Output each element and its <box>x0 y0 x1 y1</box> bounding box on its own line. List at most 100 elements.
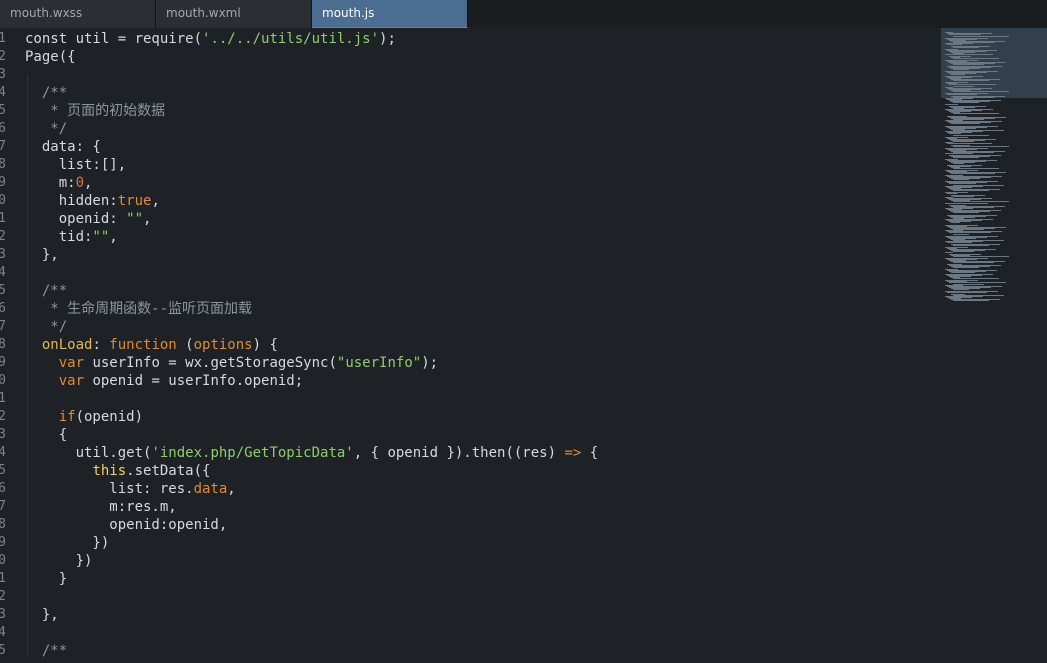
code-line: m:res.m, <box>25 498 925 516</box>
code-token: data <box>193 481 228 497</box>
line-number: 2 <box>0 49 6 64</box>
code-token: m: <box>25 175 76 191</box>
line-number: 8 <box>0 157 6 172</box>
code-line: */ <box>25 318 925 336</box>
code-line: hidden:true, <box>25 192 925 210</box>
code-token: { <box>581 445 599 461</box>
line-number: 3 <box>0 247 6 262</box>
line-number: 2 <box>0 409 6 424</box>
code-token: if <box>58 409 76 425</box>
code-token: this <box>92 463 127 479</box>
line-number: 1 <box>0 391 6 406</box>
minimap-line <box>953 195 974 197</box>
line-number: 3 <box>0 427 6 442</box>
line-number: 5 <box>0 103 6 118</box>
code-token: (openid) <box>75 409 144 425</box>
minimap-line <box>953 300 989 302</box>
code-token: "" <box>92 229 110 245</box>
tab-mouth-wxss[interactable]: mouth.wxss <box>0 0 156 28</box>
minimap-line <box>945 202 988 204</box>
line-number: 9 <box>0 535 6 550</box>
minimap-line <box>949 281 1006 283</box>
minimap-line <box>947 143 992 145</box>
code-token: , <box>143 211 152 227</box>
line-number: 9 <box>0 175 6 190</box>
minimap-line <box>945 153 973 154</box>
code-token: */ <box>25 121 68 137</box>
minimap-line <box>953 261 994 263</box>
minimap-line <box>947 44 962 46</box>
line-number: 6 <box>0 481 6 496</box>
minimap-line <box>947 242 972 244</box>
minimap-line <box>951 123 980 125</box>
code-line: openid: "", <box>25 210 925 228</box>
line-number: 2 <box>0 589 6 604</box>
line-number: 2 <box>0 229 6 244</box>
minimap-line <box>951 73 965 75</box>
code-token: openid: <box>25 211 127 227</box>
code-line: }, <box>25 246 925 264</box>
code-line: * 生命周期函数--监听页面加载 <box>25 300 925 318</box>
code-line: }, <box>25 606 925 624</box>
code-token: 0 <box>75 175 85 191</box>
code-line: /** <box>25 282 925 300</box>
code-token: , { openid }).then((res) <box>353 445 565 461</box>
code-token: "userInfo" <box>336 355 422 371</box>
code-token: list: res. <box>25 481 194 497</box>
line-number: 1 <box>0 211 6 226</box>
minimap[interactable] <box>941 28 1047 663</box>
line-number: 7 <box>0 319 6 334</box>
code-token: "" <box>126 211 144 227</box>
tab-bar: mouth.wxss mouth.wxml mouth.js <box>0 0 1047 28</box>
code-token: data: { <box>25 139 101 155</box>
tab-mouth-wxml[interactable]: mouth.wxml <box>156 0 312 28</box>
code-line: if(openid) <box>25 408 925 426</box>
code-token: onLoad <box>25 337 93 353</box>
code-line: }) <box>25 534 925 552</box>
minimap-line <box>953 140 974 142</box>
code-line: m:0, <box>25 174 925 192</box>
code-token: .setData({ <box>126 463 211 479</box>
code-editor[interactable]: const util = require('../../utils/util.j… <box>25 30 925 663</box>
minimap-line <box>945 54 993 55</box>
code-line: * 页面的初始数据 <box>25 102 925 120</box>
code-token: '../../utils/util.js' <box>202 31 380 47</box>
minimap-line <box>945 103 958 105</box>
line-number: 6 <box>0 121 6 136</box>
code-token: }) <box>25 553 93 569</box>
line-number: 0 <box>0 553 6 568</box>
minimap-line <box>949 133 961 135</box>
code-token: hidden: <box>25 193 118 209</box>
code-line: list: res.data, <box>25 480 925 498</box>
code-line: const util = require('../../utils/util.j… <box>25 30 925 48</box>
code-line: list:[], <box>25 156 925 174</box>
code-token: => <box>564 445 582 461</box>
code-line: tid:"", <box>25 228 925 246</box>
code-token: ); <box>379 31 396 47</box>
line-number: 6 <box>0 301 6 316</box>
line-number: 4 <box>0 445 6 460</box>
code-line: }) <box>25 552 925 570</box>
code-line: onLoad: function (options) { <box>25 336 925 354</box>
code-token: , <box>109 229 118 245</box>
code-token: tid: <box>25 229 93 245</box>
minimap-line <box>947 192 957 194</box>
minimap-line <box>947 291 987 293</box>
code-token: const util = require( <box>25 31 203 47</box>
minimap-line <box>953 250 974 252</box>
code-line: data: { <box>25 138 925 156</box>
minimap-line <box>951 222 960 224</box>
code-line: this.setData({ <box>25 462 925 480</box>
minimap-line <box>951 172 995 174</box>
code-token: ( <box>176 337 194 353</box>
code-token: /** <box>25 85 68 101</box>
code-token: userInfo = wx.getStorageSync( <box>84 355 337 371</box>
minimap-line <box>949 182 976 184</box>
code-line: { <box>25 426 925 444</box>
tab-mouth-js[interactable]: mouth.js <box>312 0 468 28</box>
